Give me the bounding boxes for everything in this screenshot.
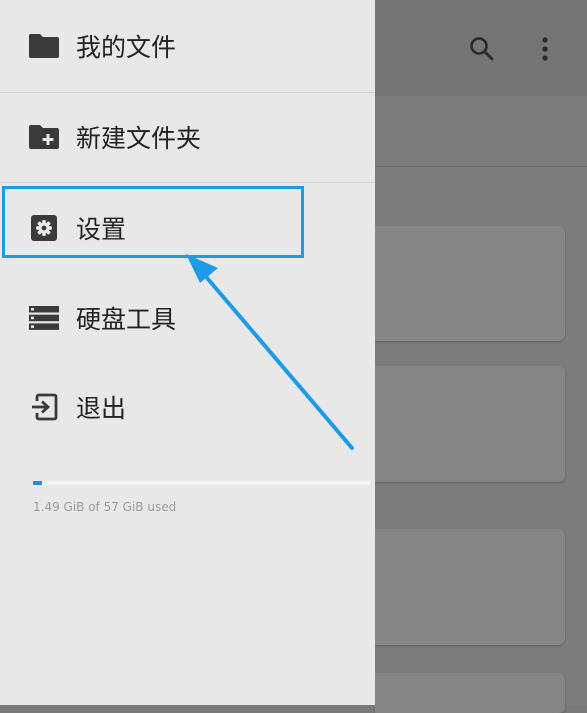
annotation-arrow xyxy=(186,254,354,450)
